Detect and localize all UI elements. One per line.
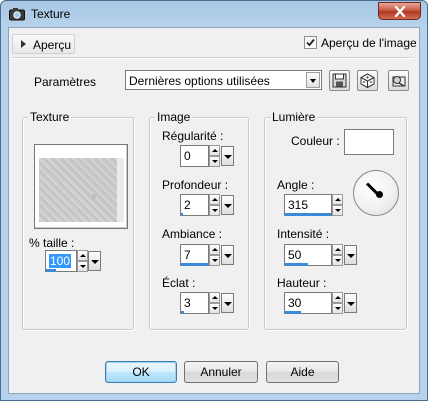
angle-input[interactable]: 315: [284, 194, 332, 216]
intensity-slider[interactable]: [285, 263, 308, 266]
regularity-value: 0: [184, 149, 191, 163]
title-bar[interactable]: Texture: [1, 1, 427, 27]
angle-label: Angle :: [277, 178, 315, 192]
depth-stepper[interactable]: [209, 194, 220, 216]
checkmark-icon: [306, 38, 315, 47]
chevron-down-icon[interactable]: [306, 72, 320, 88]
regularity-input[interactable]: 0: [180, 145, 209, 167]
intensity-input[interactable]: 50: [284, 244, 332, 266]
window-title: Texture: [31, 7, 71, 21]
ambience-value: 7: [184, 248, 191, 262]
texture-image: [39, 158, 117, 222]
size-slider[interactable]: [46, 269, 56, 272]
angle-value: 315: [288, 198, 309, 212]
regularity-stepper[interactable]: [209, 145, 220, 167]
dice-icon: [360, 73, 375, 89]
ambience-input[interactable]: 7: [180, 244, 209, 266]
presets-dropdown[interactable]: Dernières options utilisées: [125, 70, 322, 90]
help-button[interactable]: Aide: [266, 361, 339, 383]
color-label: Couleur :: [291, 134, 340, 148]
brilliance-label: Éclat :: [162, 276, 196, 290]
brilliance-input[interactable]: 3: [180, 292, 209, 314]
settings-icon: [392, 76, 406, 87]
intensity-label: Intensité :: [277, 227, 330, 241]
intensity-value: 50: [288, 248, 302, 262]
depth-value: 2: [184, 198, 191, 212]
depth-dropdown[interactable]: [221, 195, 234, 215]
height-input[interactable]: 30: [284, 292, 332, 314]
ok-button[interactable]: OK: [105, 361, 177, 383]
ambience-dropdown[interactable]: [221, 245, 234, 265]
close-icon: [394, 5, 405, 17]
cancel-button[interactable]: Annuler: [184, 361, 258, 383]
dial-handle[interactable]: [376, 191, 383, 198]
ambience-slider[interactable]: [181, 263, 209, 266]
save-preset-button[interactable]: [329, 70, 350, 91]
random-preset-button[interactable]: [357, 70, 378, 91]
depth-slider[interactable]: [181, 213, 183, 216]
preset-manager-button[interactable]: [388, 70, 409, 91]
ambience-stepper[interactable]: [209, 244, 220, 266]
angle-dial[interactable]: [353, 170, 399, 216]
light-color-swatch[interactable]: [344, 129, 394, 155]
texture-scrollbar[interactable]: [117, 158, 124, 222]
brilliance-value: 3: [184, 296, 191, 310]
intensity-dropdown[interactable]: [344, 245, 357, 265]
intensity-stepper[interactable]: [332, 244, 343, 266]
texture-preview[interactable]: [34, 144, 128, 229]
presets-label: Paramètres: [34, 75, 97, 89]
light-group-title: Lumière: [270, 110, 318, 124]
presets-selected: Dernières options utilisées: [129, 74, 270, 88]
texture-group-title: Texture: [28, 110, 72, 124]
camera-icon: [9, 8, 25, 21]
size-value: 100: [49, 254, 72, 268]
separator: [12, 57, 414, 59]
brilliance-stepper[interactable]: [209, 292, 220, 314]
depth-label: Profondeur :: [162, 178, 229, 192]
ambience-label: Ambiance :: [162, 227, 223, 241]
brilliance-dropdown[interactable]: [221, 293, 234, 313]
size-stepper[interactable]: [77, 250, 88, 272]
preview-toggle-label: Aperçu: [33, 38, 72, 52]
size-input[interactable]: 100: [45, 250, 77, 272]
height-slider[interactable]: [285, 311, 301, 314]
height-stepper[interactable]: [332, 292, 343, 314]
brilliance-slider[interactable]: [181, 311, 184, 314]
regularity-dropdown[interactable]: [221, 146, 234, 166]
preview-checkbox[interactable]: [304, 36, 317, 49]
triangle-right-icon: [21, 40, 26, 48]
close-button[interactable]: [378, 2, 421, 20]
preview-checkbox-label: Aperçu de l'image: [321, 36, 417, 50]
size-label: % taille :: [29, 236, 75, 250]
height-label: Hauteur :: [277, 276, 327, 290]
image-group-title: Image: [155, 110, 193, 124]
regularity-label: Régularité :: [162, 129, 224, 143]
floppy-disk-icon: [332, 73, 347, 88]
height-dropdown[interactable]: [344, 293, 357, 313]
height-value: 30: [288, 296, 302, 310]
depth-input[interactable]: 2: [180, 194, 209, 216]
angle-slider[interactable]: [285, 213, 331, 216]
angle-stepper[interactable]: [332, 194, 343, 216]
preview-toggle-button[interactable]: Aperçu: [12, 34, 75, 54]
size-dropdown[interactable]: [88, 251, 101, 271]
